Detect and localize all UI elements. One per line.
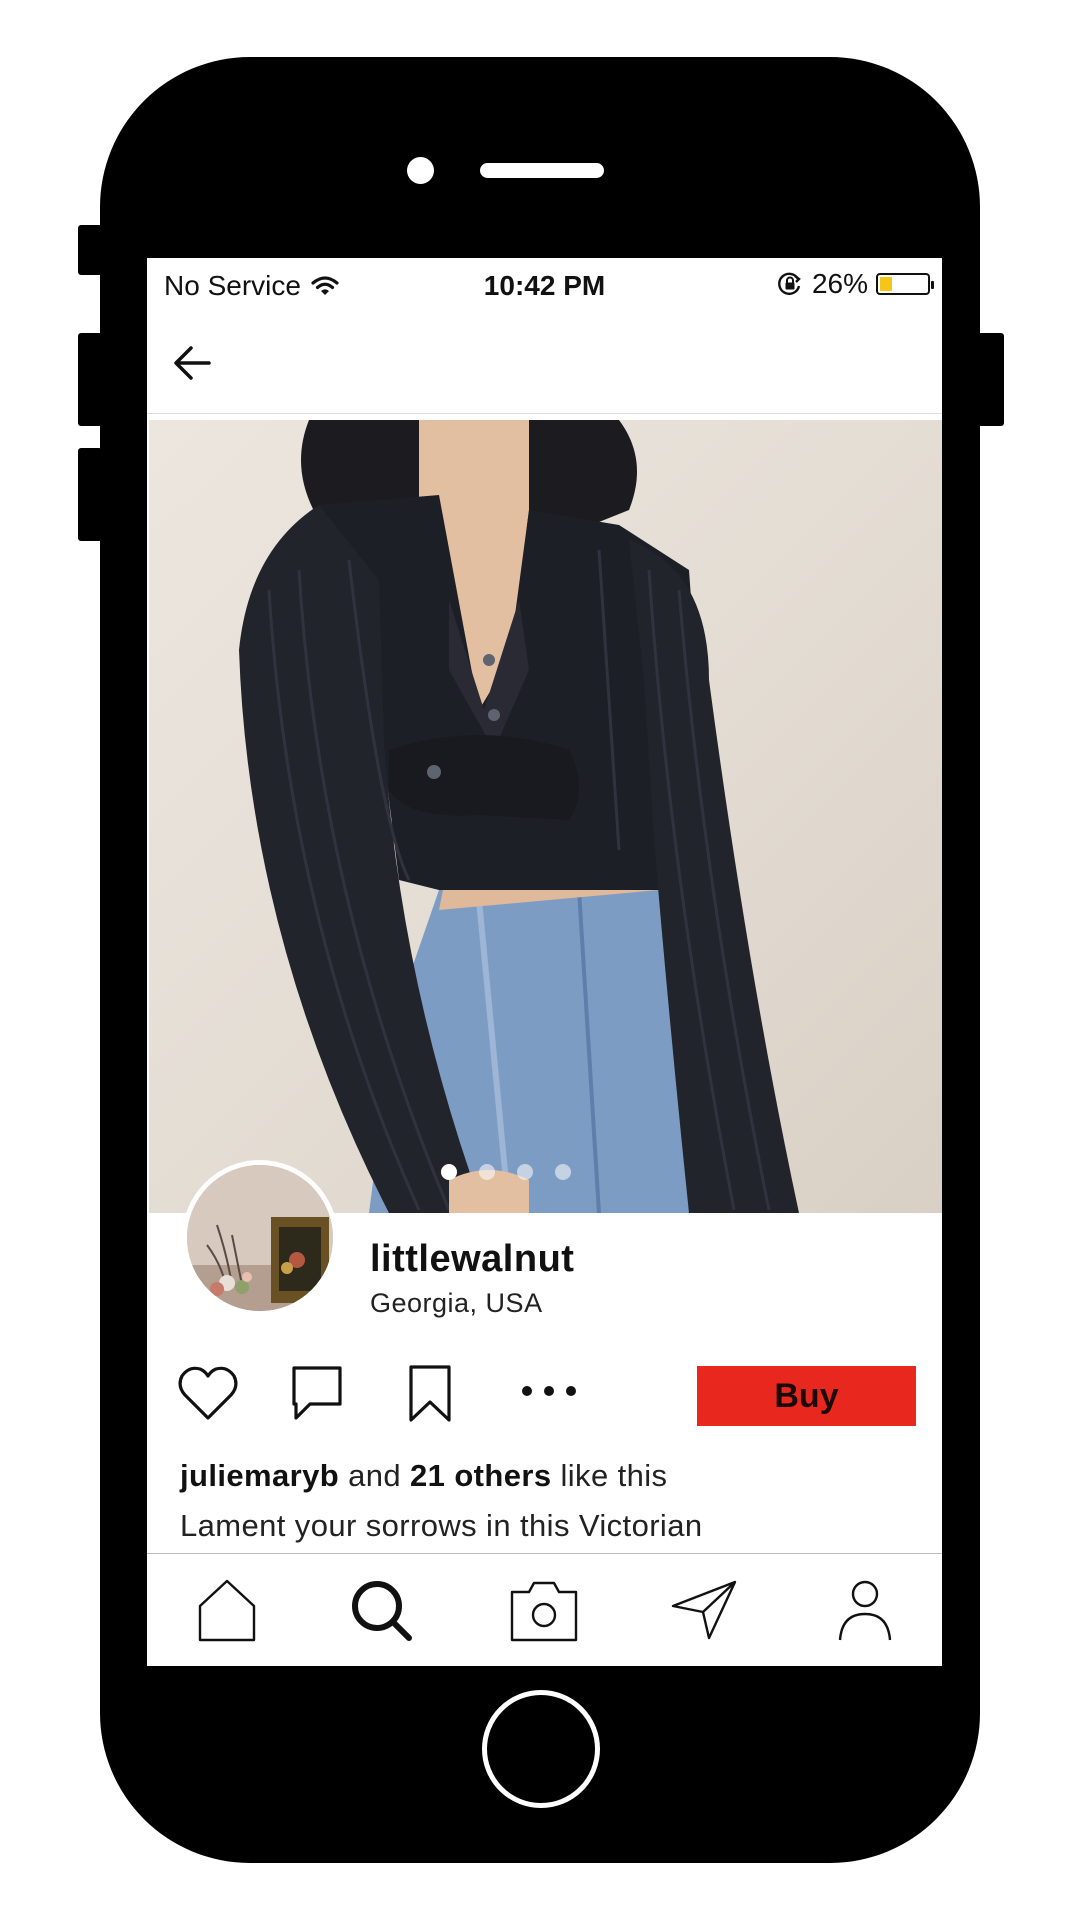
heart-icon[interactable] bbox=[177, 1364, 239, 1424]
profile-location: Georgia, USA bbox=[370, 1288, 543, 1318]
arrow-left-icon[interactable] bbox=[165, 335, 221, 391]
carousel-dot[interactable] bbox=[478, 1164, 495, 1180]
more-icon[interactable] bbox=[519, 1376, 579, 1406]
bookmark-icon[interactable] bbox=[406, 1364, 454, 1424]
likes-others-link[interactable]: 21 others bbox=[410, 1458, 551, 1493]
likes-summary: juliemaryb and 21 others like this bbox=[180, 1458, 667, 1494]
avatar-image bbox=[187, 1165, 333, 1311]
comment-icon[interactable] bbox=[290, 1364, 344, 1424]
profile-icon[interactable] bbox=[830, 1576, 900, 1646]
earpiece-speaker bbox=[480, 163, 604, 178]
rotation-lock-icon bbox=[778, 272, 801, 295]
carousel-dot[interactable] bbox=[554, 1164, 571, 1180]
status-bar: No Service 10:42 PM 26% bbox=[147, 258, 942, 313]
post-caption: Lament your sorrows in this Victorian bbox=[180, 1508, 703, 1543]
battery-percent: 26% bbox=[811, 268, 868, 299]
power-button bbox=[978, 333, 1004, 426]
front-camera bbox=[407, 157, 434, 184]
carousel-dot[interactable] bbox=[440, 1164, 457, 1180]
top-nav-bar bbox=[147, 313, 942, 414]
likes-connector: and bbox=[348, 1458, 402, 1493]
liker-username[interactable]: juliemaryb bbox=[180, 1458, 339, 1493]
mute-switch bbox=[78, 225, 102, 275]
battery-icon bbox=[876, 273, 934, 295]
profile-username[interactable]: littlewalnut bbox=[370, 1238, 574, 1281]
home-icon[interactable] bbox=[192, 1576, 262, 1646]
status-right: 26% bbox=[776, 268, 934, 300]
carousel-dot[interactable] bbox=[516, 1164, 533, 1180]
volume-down-button bbox=[78, 448, 102, 541]
product-photo-illustration bbox=[239, 420, 799, 1213]
battery-level-fill bbox=[880, 277, 892, 291]
avatar[interactable] bbox=[182, 1160, 338, 1316]
camera-icon[interactable] bbox=[509, 1576, 579, 1646]
send-icon[interactable] bbox=[669, 1576, 739, 1646]
likes-suffix: like this bbox=[560, 1458, 668, 1493]
app-screen: No Service 10:42 PM 26% littlewalnut Geo… bbox=[147, 258, 942, 1666]
product-photo[interactable] bbox=[149, 420, 942, 1213]
battery-tip bbox=[931, 281, 934, 289]
home-button[interactable] bbox=[482, 1690, 600, 1808]
volume-up-button bbox=[78, 333, 102, 426]
buy-button[interactable]: Buy bbox=[697, 1366, 916, 1426]
avatar-illustration bbox=[187, 1165, 333, 1311]
bottom-tab-bar bbox=[147, 1553, 942, 1666]
search-icon[interactable] bbox=[347, 1576, 417, 1646]
